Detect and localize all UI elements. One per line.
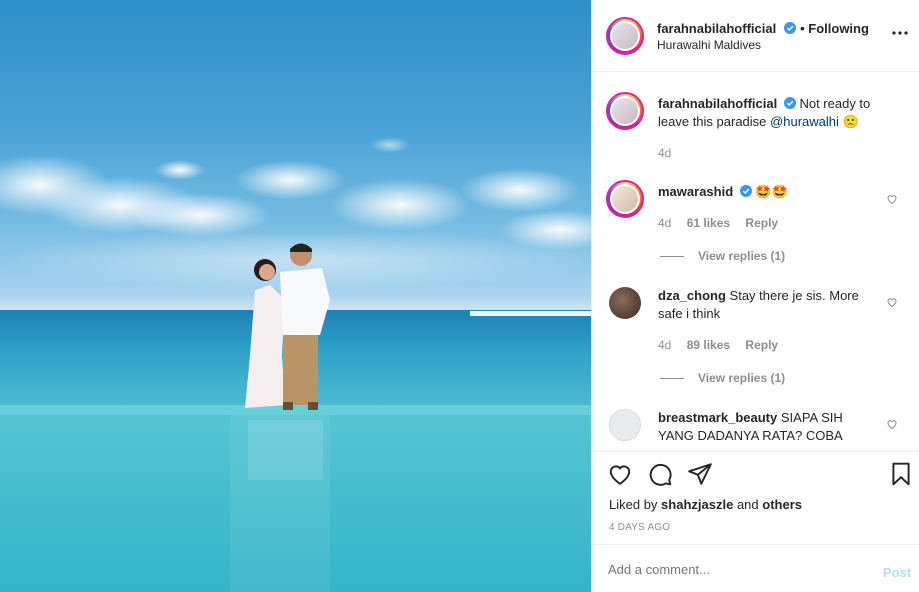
post-comment-button[interactable]: Post xyxy=(883,565,911,580)
comment-username[interactable]: breastmark_beauty xyxy=(658,410,777,425)
comment-likes[interactable]: 89 likes xyxy=(687,338,730,352)
comment-avatar[interactable] xyxy=(609,287,641,319)
like-comment-heart-icon[interactable] xyxy=(886,296,898,308)
comment-body-line2: YANG DADANYA RATA? COBA xyxy=(658,428,843,443)
verified-badge-icon xyxy=(739,185,752,197)
view-replies-button[interactable]: View replies (1) xyxy=(698,371,785,385)
more-dots-icon[interactable] xyxy=(892,30,908,36)
caption-author-avatar[interactable] xyxy=(606,92,644,130)
comment-time[interactable]: 4d xyxy=(658,216,671,230)
liked-by-others[interactable]: others xyxy=(762,497,802,512)
author-avatar[interactable] xyxy=(606,17,644,55)
comment-body-line1: Stay there je sis. More xyxy=(729,288,859,303)
comment-body-line1: SIAPA SIH xyxy=(780,410,843,425)
reply-button[interactable]: Reply xyxy=(745,216,778,230)
comment-time[interactable]: 4d xyxy=(658,338,671,352)
comments-divider xyxy=(592,451,919,452)
verified-badge-icon xyxy=(783,22,796,34)
liked-by-text: Liked by shahzjaszle and others xyxy=(609,497,802,512)
add-comment-input[interactable] xyxy=(608,558,858,580)
comment-avatar[interactable] xyxy=(609,409,641,441)
caption-time[interactable]: 4d xyxy=(658,146,671,160)
instagram-post-view: farahnabilahofficial • Following Hurawal… xyxy=(0,0,919,592)
liked-by-and: and xyxy=(736,497,759,512)
verified-badge-icon xyxy=(783,97,796,109)
caption-line1: Not ready to xyxy=(799,96,871,111)
caption-text: farahnabilahofficial Not ready to leave … xyxy=(658,95,898,131)
location-link[interactable]: Hurawalhi Maldives xyxy=(657,38,761,52)
comment-username[interactable]: dza_chong xyxy=(658,288,726,303)
comment-meta: 4d 61 likes Reply xyxy=(658,216,778,230)
comment-bubble-icon[interactable] xyxy=(647,461,673,487)
comment-likes[interactable]: 61 likes xyxy=(687,216,730,230)
caption-line2: leave this paradise xyxy=(658,114,767,129)
comment-body-line2: safe i think xyxy=(658,306,721,321)
reply-button[interactable]: Reply xyxy=(745,338,778,352)
caption-emoji: 🙁 xyxy=(842,114,859,129)
bookmark-save-icon[interactable] xyxy=(888,461,914,487)
comment-username[interactable]: mawarashid xyxy=(658,184,733,199)
comment-meta: 4d 89 likes Reply xyxy=(658,338,778,352)
header-divider xyxy=(592,71,919,72)
liked-by-user[interactable]: shahzjaszle xyxy=(661,497,733,512)
comment-text: mawarashid 🤩🤩 xyxy=(658,183,788,201)
comment-text: dza_chong Stay there je sis. More safe i… xyxy=(658,287,888,323)
like-comment-heart-icon[interactable] xyxy=(886,193,898,205)
comment-avatar[interactable] xyxy=(606,180,644,218)
replies-divider xyxy=(660,378,684,379)
share-send-icon[interactable] xyxy=(687,461,713,487)
comment-text: breastmark_beauty SIAPA SIH YANG DADANYA… xyxy=(658,409,888,445)
replies-divider xyxy=(660,256,684,257)
post-details-panel: farahnabilahofficial • Following Hurawal… xyxy=(591,0,919,592)
beach-photo-illustration xyxy=(0,137,591,592)
comment-body: 🤩🤩 xyxy=(755,184,788,199)
liked-by-prefix: Liked by xyxy=(609,497,658,512)
mention-link[interactable]: @hurawalhi xyxy=(770,114,839,129)
like-comment-heart-icon[interactable] xyxy=(886,418,898,430)
post-photo[interactable] xyxy=(0,0,591,592)
like-heart-icon[interactable] xyxy=(607,461,633,487)
post-header-author: farahnabilahofficial • Following xyxy=(657,20,869,38)
view-replies-button[interactable]: View replies (1) xyxy=(698,249,785,263)
caption-author-username[interactable]: farahnabilahofficial xyxy=(658,96,777,111)
author-username[interactable]: farahnabilahofficial xyxy=(657,21,776,36)
post-date[interactable]: 4 DAYS AGO xyxy=(609,522,670,533)
following-button[interactable]: • Following xyxy=(800,21,869,36)
composer-divider xyxy=(592,544,919,545)
